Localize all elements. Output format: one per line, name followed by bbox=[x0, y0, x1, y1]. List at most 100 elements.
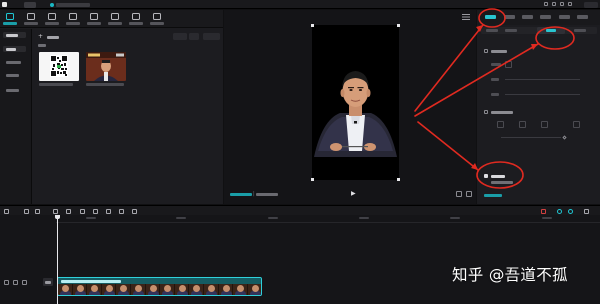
shortcut-icon[interactable] bbox=[544, 2, 548, 6]
subtab-matting-label bbox=[546, 29, 556, 32]
window-size-icon[interactable] bbox=[568, 2, 572, 6]
subtab-background[interactable] bbox=[505, 29, 517, 32]
main-track-header bbox=[0, 271, 56, 293]
resize-handle-top-right[interactable] bbox=[397, 24, 400, 27]
play-button[interactable]: ▶ bbox=[351, 190, 359, 198]
brush-size[interactable] bbox=[573, 121, 580, 128]
clip-frame bbox=[116, 284, 131, 295]
clip-frame bbox=[160, 284, 175, 295]
import-button[interactable]: + bbox=[38, 34, 64, 40]
mirror-icon[interactable] bbox=[106, 208, 111, 214]
undo-icon[interactable] bbox=[24, 208, 29, 214]
tab-adjust[interactable] bbox=[148, 11, 167, 27]
video-clip[interactable] bbox=[57, 277, 262, 296]
playhead[interactable] bbox=[57, 215, 58, 304]
side-nav-presets[interactable] bbox=[3, 59, 26, 65]
tab-filters[interactable] bbox=[127, 11, 146, 27]
clip-frame-face bbox=[251, 285, 259, 292]
side-nav-local[interactable] bbox=[3, 32, 26, 38]
title-bar bbox=[0, 0, 600, 9]
delete-icon[interactable] bbox=[66, 208, 71, 214]
tab-transitions[interactable] bbox=[106, 11, 125, 27]
preview-axis-icon[interactable] bbox=[568, 208, 573, 214]
lock-track-icon[interactable] bbox=[4, 280, 9, 285]
tab-media[interactable] bbox=[1, 11, 20, 27]
tab-audio-props[interactable] bbox=[504, 15, 515, 19]
ruler-tick-label bbox=[176, 217, 186, 219]
eraser-tool[interactable] bbox=[519, 121, 526, 128]
reset-tool[interactable] bbox=[541, 121, 548, 128]
menu-button[interactable] bbox=[24, 1, 36, 8]
playhead-handle[interactable] bbox=[55, 215, 60, 219]
menu-icon[interactable] bbox=[462, 14, 470, 20]
freeze-icon[interactable] bbox=[80, 208, 85, 214]
clip-frame-face bbox=[149, 285, 157, 292]
tab-tracking[interactable] bbox=[559, 15, 570, 19]
sort-button[interactable] bbox=[189, 33, 199, 40]
hide-track-icon[interactable] bbox=[13, 280, 18, 285]
mute-track-icon[interactable] bbox=[22, 280, 27, 285]
subtab-basic[interactable] bbox=[486, 29, 498, 32]
layout-icon[interactable] bbox=[552, 2, 556, 6]
clip-name bbox=[61, 279, 121, 283]
export-button[interactable] bbox=[584, 1, 598, 8]
video-frame-image bbox=[312, 25, 399, 180]
tab-adjust-props[interactable] bbox=[577, 15, 588, 19]
filter-all-button[interactable] bbox=[203, 33, 220, 40]
subtab-matting[interactable] bbox=[537, 27, 565, 34]
intensity-slider[interactable] bbox=[505, 79, 580, 80]
clip-frame-face bbox=[207, 285, 215, 292]
main-track-link-icon[interactable] bbox=[557, 208, 562, 214]
tab-audio[interactable] bbox=[22, 11, 41, 27]
side-nav-label bbox=[6, 73, 19, 77]
tab-effects[interactable] bbox=[85, 11, 104, 27]
keyframe-icon[interactable] bbox=[562, 134, 567, 140]
media-area: + bbox=[33, 29, 223, 204]
subtab-mask[interactable] bbox=[574, 29, 586, 32]
brush-tool[interactable] bbox=[497, 121, 504, 128]
tab-stickers[interactable] bbox=[64, 11, 83, 27]
color-picker[interactable] bbox=[505, 61, 512, 68]
side-nav-library[interactable] bbox=[3, 87, 26, 93]
fullscreen-icon[interactable] bbox=[466, 191, 472, 197]
text-icon bbox=[48, 13, 56, 20]
smart-matting-progress bbox=[491, 181, 513, 184]
cover-button[interactable] bbox=[43, 278, 53, 286]
shadow-slider[interactable] bbox=[505, 94, 580, 95]
brush-slider[interactable] bbox=[501, 137, 561, 138]
time-ruler[interactable] bbox=[56, 216, 600, 223]
video-canvas[interactable] bbox=[312, 25, 399, 180]
ruler-tick-label bbox=[268, 217, 278, 219]
rotate-icon[interactable] bbox=[119, 208, 124, 214]
custom-matting-checkbox[interactable] bbox=[484, 110, 488, 114]
chroma-key-checkbox[interactable] bbox=[484, 49, 488, 53]
fit-icon[interactable] bbox=[456, 191, 462, 197]
resize-handle-bottom-left[interactable] bbox=[311, 178, 314, 181]
record-audio-icon[interactable] bbox=[541, 208, 546, 214]
clip-filmstrip bbox=[58, 284, 261, 295]
view-mode-button[interactable] bbox=[173, 33, 187, 40]
player-header bbox=[224, 10, 476, 25]
reverse-icon[interactable] bbox=[93, 208, 98, 214]
side-nav-cloud[interactable] bbox=[3, 72, 26, 78]
select-tool-icon[interactable] bbox=[4, 208, 9, 214]
zoom-icon[interactable] bbox=[584, 208, 589, 214]
split-icon[interactable] bbox=[53, 208, 58, 214]
tab-text[interactable] bbox=[43, 11, 62, 27]
apply-all-link[interactable] bbox=[484, 194, 502, 197]
settings-icon[interactable] bbox=[560, 2, 564, 6]
resize-handle-bottom-right[interactable] bbox=[397, 178, 400, 181]
redo-icon[interactable] bbox=[35, 208, 40, 214]
smart-matting-checkbox[interactable] bbox=[484, 174, 488, 178]
clip-frame bbox=[145, 284, 161, 295]
crop-icon[interactable] bbox=[132, 208, 137, 214]
resize-handle-top-left[interactable] bbox=[311, 24, 314, 27]
tab-animation[interactable] bbox=[540, 15, 551, 19]
media-thumbnail-video[interactable] bbox=[86, 52, 126, 81]
clip-frame bbox=[130, 284, 146, 295]
media-thumbnail-qrcode[interactable] bbox=[39, 52, 79, 81]
tab-speed[interactable] bbox=[522, 15, 533, 19]
autosave-status-icon bbox=[50, 2, 54, 7]
tab-canvas[interactable] bbox=[485, 15, 496, 19]
side-nav-import[interactable] bbox=[3, 46, 26, 52]
